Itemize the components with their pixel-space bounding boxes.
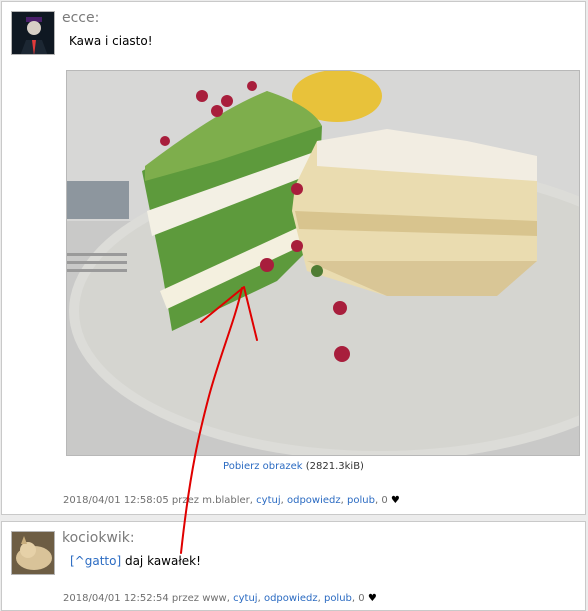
avatar[interactable]	[11, 531, 55, 575]
avatar-image	[12, 532, 54, 574]
like-count: 0	[381, 495, 388, 506]
like-link[interactable]: polub	[324, 593, 352, 604]
post-meta: 2018/04/01 12:58:05 przez m.blabler, cyt…	[63, 495, 400, 506]
separator: ,	[317, 593, 321, 604]
username[interactable]: ecce:	[62, 10, 99, 26]
separator: ,	[249, 495, 253, 506]
timestamp: 2018/04/01 12:58:05 przez	[63, 495, 200, 506]
timestamp: 2018/04/01 12:52:54 przez	[63, 593, 200, 604]
download-image-link[interactable]: Pobierz obrazek	[223, 461, 303, 472]
avatar-image	[12, 12, 54, 54]
separator: ,	[280, 495, 284, 506]
message-text: daj kawałek!	[121, 554, 201, 568]
reply-link[interactable]: odpowiedz	[287, 495, 341, 506]
post-message: [^gatto] daj kawałek!	[70, 554, 201, 568]
heart-icon: ♥	[367, 593, 377, 604]
quote-link[interactable]: cytuj	[256, 495, 280, 506]
post-kociokwik: kociokwik: [^gatto] daj kawałek! 2018/04…	[1, 521, 586, 611]
download-line: Pobierz obrazek (2821.3kiB)	[2, 461, 585, 472]
separator: ,	[226, 593, 230, 604]
avatar[interactable]	[11, 11, 55, 55]
author[interactable]: www	[202, 593, 227, 604]
quote-link[interactable]: cytuj	[233, 593, 257, 604]
post-message: Kawa i ciasto!	[69, 34, 153, 48]
like-count: 0	[358, 593, 365, 604]
mention-link[interactable]: [^gatto]	[70, 554, 121, 568]
post-photo[interactable]	[66, 70, 580, 456]
post-meta: 2018/04/01 12:52:54 przez www, cytuj, od…	[63, 593, 377, 604]
heart-icon: ♥	[390, 495, 400, 506]
separator: ,	[374, 495, 379, 506]
separator: ,	[340, 495, 344, 506]
download-size: (2821.3kiB)	[305, 461, 364, 472]
cake-photo-image	[67, 71, 579, 455]
separator: ,	[257, 593, 261, 604]
like-link[interactable]: polub	[347, 495, 375, 506]
post-ecce: ecce: Kawa i ciasto! Pobierz obrazek (28…	[1, 1, 586, 515]
username[interactable]: kociokwik:	[62, 530, 135, 546]
author[interactable]: m.blabler	[202, 495, 250, 506]
separator: ,	[351, 593, 356, 604]
reply-link[interactable]: odpowiedz	[264, 593, 318, 604]
